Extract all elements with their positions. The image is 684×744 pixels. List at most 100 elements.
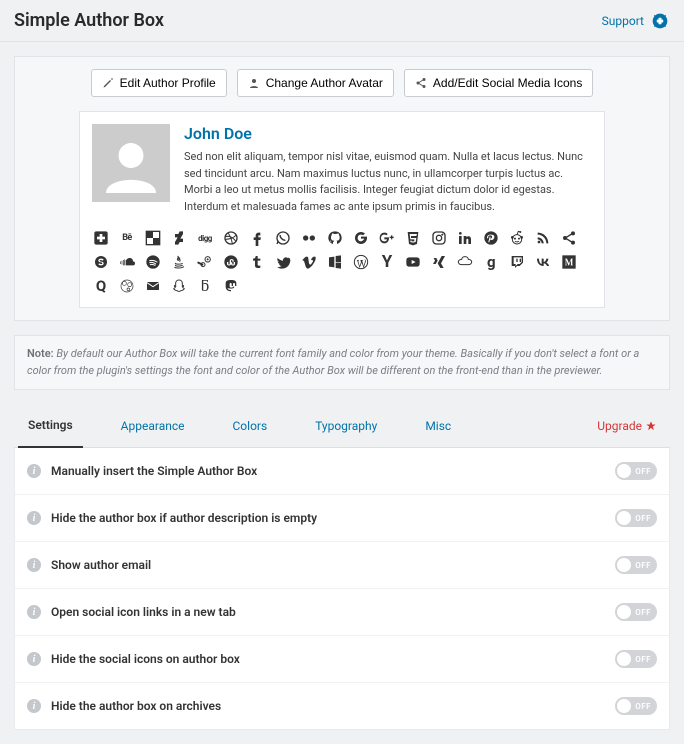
- info-icon[interactable]: i: [27, 652, 41, 666]
- reddit-icon[interactable]: [508, 229, 526, 247]
- goodreads-icon[interactable]: g: [482, 253, 500, 271]
- mail-icon[interactable]: [144, 277, 162, 295]
- toolbar: Edit Author Profile Change Author Avatar…: [27, 69, 657, 97]
- meetup-icon[interactable]: [118, 277, 136, 295]
- tab-typography[interactable]: Typography: [305, 405, 387, 447]
- user-icon: [248, 77, 260, 89]
- page-title: Simple Author Box: [14, 10, 164, 31]
- author-description: Sed non elit aliquam, tempor nisl vitae,…: [184, 149, 592, 215]
- google-icon[interactable]: [352, 229, 370, 247]
- change-author-avatar-button[interactable]: Change Author Avatar: [237, 69, 394, 97]
- yahoo-icon[interactable]: Y: [378, 253, 396, 271]
- setting-row: i Manually insert the Simple Author Box …: [15, 448, 669, 495]
- tab-settings[interactable]: Settings: [18, 404, 83, 448]
- toggle[interactable]: OFF: [615, 697, 657, 715]
- mixcloud-icon[interactable]: [456, 253, 474, 271]
- setting-row: i Open social icon links in a new tab OF…: [15, 589, 669, 636]
- info-icon[interactable]: i: [27, 699, 41, 713]
- info-icon[interactable]: i: [27, 464, 41, 478]
- youtube-icon[interactable]: [404, 253, 422, 271]
- wordpress-icon[interactable]: [352, 253, 370, 271]
- tab-colors[interactable]: Colors: [223, 405, 278, 447]
- star-icon: [646, 421, 656, 431]
- github-icon[interactable]: [326, 229, 344, 247]
- toggle[interactable]: OFF: [615, 462, 657, 480]
- setting-row: i Hide the author box if author descript…: [15, 495, 669, 542]
- instagram-icon[interactable]: [430, 229, 448, 247]
- toggle-state-label: OFF: [635, 608, 651, 617]
- note-text: By default our Author Box will take the …: [27, 347, 639, 377]
- stumbleupon-icon[interactable]: [222, 253, 240, 271]
- info-icon[interactable]: i: [27, 511, 41, 525]
- top-links: Support: [602, 13, 668, 29]
- addthis-icon[interactable]: [92, 229, 110, 247]
- preview-panel: Edit Author Profile Change Author Avatar…: [14, 56, 670, 321]
- toggle[interactable]: OFF: [615, 509, 657, 527]
- 500px-icon[interactable]: ƃ: [196, 277, 214, 295]
- snapchat-icon[interactable]: [170, 277, 188, 295]
- digg-icon[interactable]: digg: [196, 229, 214, 247]
- note-box: Note: By default our Author Box will tak…: [14, 335, 670, 390]
- toggle[interactable]: OFF: [615, 650, 657, 668]
- pinterest-icon[interactable]: [482, 229, 500, 247]
- author-name[interactable]: John Doe: [184, 124, 592, 143]
- quora-icon[interactable]: Q: [92, 277, 110, 295]
- setting-label: Hide the social icons on author box: [51, 652, 605, 666]
- toggle-state-label: OFF: [635, 702, 651, 711]
- setting-label: Open social icon links in a new tab: [51, 605, 605, 619]
- tabs: Settings Appearance Colors Typography Mi…: [14, 404, 670, 448]
- toggle-state-label: OFF: [635, 514, 651, 523]
- help-icon[interactable]: [652, 13, 668, 29]
- toggle-state-label: OFF: [635, 561, 651, 570]
- author-box-preview: John Doe Sed non elit aliquam, tempor ni…: [79, 111, 605, 308]
- deviantart-icon[interactable]: [170, 229, 188, 247]
- html5-icon[interactable]: [404, 229, 422, 247]
- vk-icon[interactable]: [534, 253, 552, 271]
- spotify-icon[interactable]: [144, 253, 162, 271]
- java-icon[interactable]: [170, 253, 188, 271]
- toggle[interactable]: OFF: [615, 603, 657, 621]
- add-edit-social-icons-button[interactable]: Add/Edit Social Media Icons: [404, 69, 593, 97]
- setting-row: i Show author email OFF: [15, 542, 669, 589]
- skype-icon[interactable]: [92, 253, 110, 271]
- toggle[interactable]: OFF: [615, 556, 657, 574]
- share-alt-icon[interactable]: [560, 229, 578, 247]
- support-link[interactable]: Support: [602, 14, 644, 28]
- twitter-icon[interactable]: [274, 253, 292, 271]
- tumblr-icon[interactable]: [248, 253, 266, 271]
- twitch-icon[interactable]: [508, 253, 526, 271]
- change-author-avatar-label: Change Author Avatar: [266, 76, 383, 90]
- linkedin-icon[interactable]: [456, 229, 474, 247]
- avatar: [92, 124, 170, 202]
- dribbble-icon[interactable]: [222, 229, 240, 247]
- setting-label: Hide the author box if author descriptio…: [51, 511, 605, 525]
- upgrade-label: Upgrade: [597, 419, 642, 433]
- facebook-icon[interactable]: [248, 229, 266, 247]
- share-icon: [415, 77, 427, 89]
- toggle-state-label: OFF: [635, 655, 651, 664]
- rss-icon[interactable]: [534, 229, 552, 247]
- tab-upgrade[interactable]: Upgrade: [587, 405, 666, 447]
- windows-icon[interactable]: [326, 253, 344, 271]
- steam-icon[interactable]: [196, 253, 214, 271]
- whatsapp-icon[interactable]: [274, 229, 292, 247]
- flickr-icon[interactable]: [300, 229, 318, 247]
- delicious-icon[interactable]: [144, 229, 162, 247]
- googleplus-icon[interactable]: [378, 229, 396, 247]
- setting-label: Manually insert the Simple Author Box: [51, 464, 605, 478]
- mastodon-icon[interactable]: [222, 277, 240, 295]
- soundcloud-icon[interactable]: [118, 253, 136, 271]
- setting-label: Hide the author box on archives: [51, 699, 605, 713]
- xing-icon[interactable]: [430, 253, 448, 271]
- info-icon[interactable]: i: [27, 605, 41, 619]
- edit-author-profile-button[interactable]: Edit Author Profile: [91, 69, 227, 97]
- vimeo-icon[interactable]: [300, 253, 318, 271]
- medium-icon[interactable]: [560, 253, 578, 271]
- info-icon[interactable]: i: [27, 558, 41, 572]
- settings-list: i Manually insert the Simple Author Box …: [14, 448, 670, 730]
- tab-misc[interactable]: Misc: [415, 405, 461, 447]
- tab-appearance[interactable]: Appearance: [111, 405, 195, 447]
- pencil-icon: [102, 77, 114, 89]
- behance-icon[interactable]: Bē: [118, 229, 136, 247]
- social-icons-row: Bē digg: [92, 229, 592, 295]
